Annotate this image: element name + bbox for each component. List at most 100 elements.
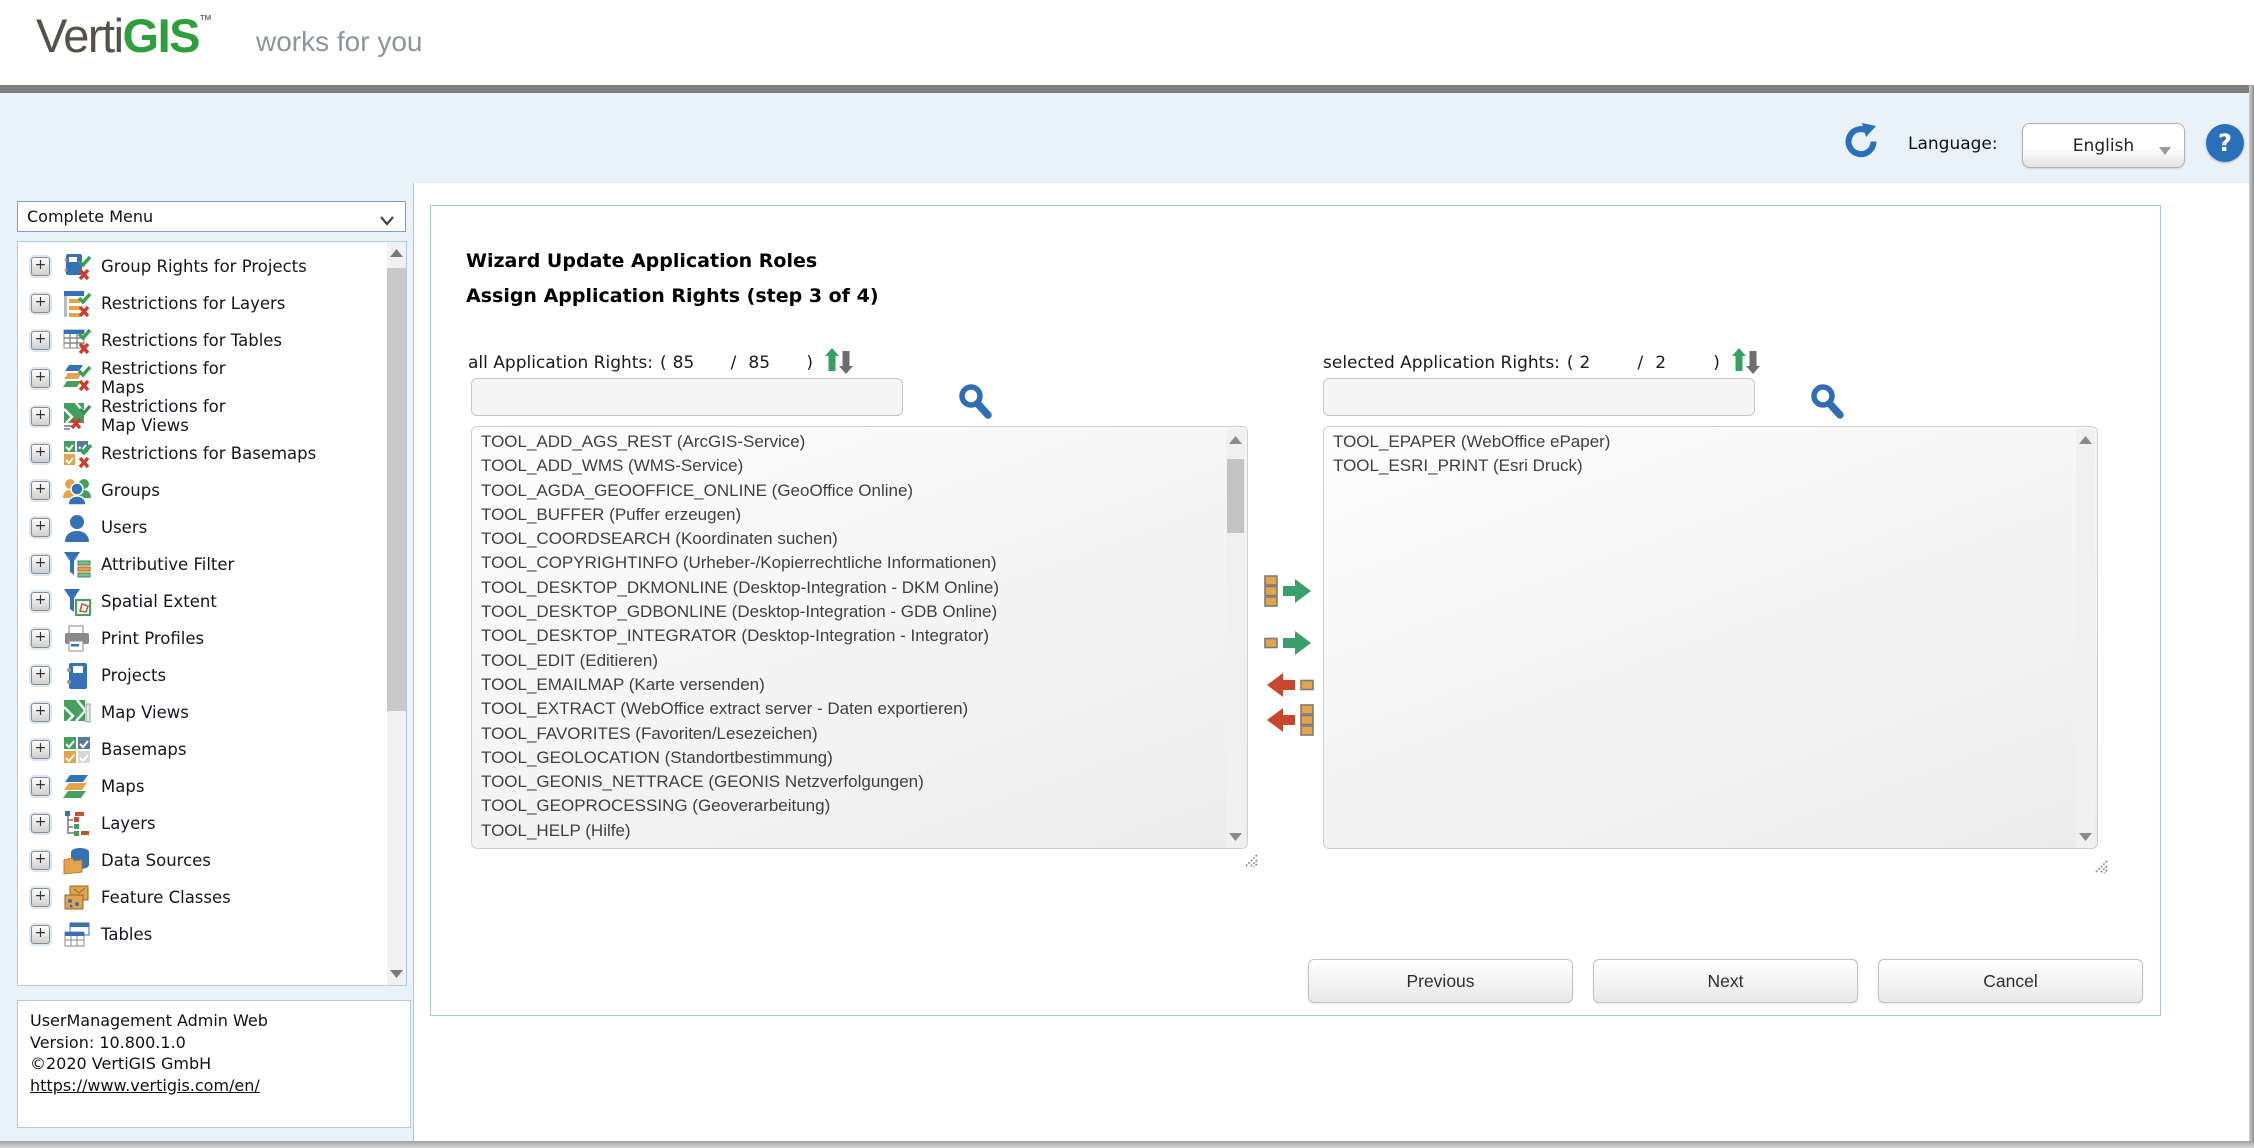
list-item[interactable]: TOOL_COPYRIGHTINFO (Urheber-/Kopierrecht… [481, 551, 1226, 575]
cancel-button[interactable]: Cancel [1878, 959, 2143, 1003]
list-item[interactable]: TOOL_FAVORITES (Favoriten/Lesezeichen) [481, 722, 1226, 746]
selected-rights-listbox[interactable]: TOOL_EPAPER (WebOffice ePaper)TOOL_ESRI_… [1323, 426, 2098, 849]
expand-plus-icon[interactable]: + [31, 518, 50, 537]
search-icon[interactable] [955, 382, 995, 424]
tree-item[interactable]: + Tables [28, 916, 386, 953]
list-item[interactable]: TOOL_AGDA_GEOOFFICE_ONLINE (GeoOffice On… [481, 479, 1226, 503]
list-item[interactable]: TOOL_BUFFER (Puffer erzeugen) [481, 503, 1226, 527]
list-item[interactable]: TOOL_DESKTOP_GDBONLINE (Desktop-Integrat… [481, 600, 1226, 624]
expand-plus-icon[interactable]: + [31, 851, 50, 870]
menu-select[interactable]: Complete Menu [17, 201, 406, 232]
list-item[interactable]: TOOL_GEONIS_NETTRACE (GEONIS Netzverfolg… [481, 770, 1226, 794]
window-bottom-edge [0, 1141, 2254, 1148]
restrictions-for-layers-icon [62, 289, 92, 319]
expand-plus-icon[interactable]: + [31, 888, 50, 907]
list-item[interactable]: TOOL_EXTRACT (WebOffice extract server -… [481, 697, 1226, 721]
move-selected-right-button[interactable] [1263, 627, 1315, 659]
tree-item[interactable]: + Users [28, 509, 386, 546]
expand-plus-icon[interactable]: + [31, 666, 50, 685]
tree-item[interactable]: + Projects [28, 657, 386, 694]
tree-item[interactable]: + Attributive Filter [28, 546, 386, 583]
list-item[interactable]: TOOL_GEOPROCESSING (Geoverarbeitung) [481, 794, 1226, 818]
list-item[interactable]: TOOL_EDIT (Editieren) [481, 649, 1226, 673]
expand-plus-icon[interactable]: + [31, 592, 50, 611]
vertigis-link[interactable]: https://www.vertigis.com/en/ [30, 1076, 260, 1095]
tree-item[interactable]: + Spatial Extent [28, 583, 386, 620]
tree-item[interactable]: + Groups [28, 472, 386, 509]
resize-grip-icon[interactable] [2093, 859, 2109, 879]
spatial-extent-icon [62, 587, 92, 617]
scroll-down-icon [1226, 830, 1245, 844]
tree-item[interactable]: + Restrictions for Maps [28, 359, 386, 397]
tree-item-label: Print Profiles [101, 629, 204, 648]
tree-item[interactable]: + Restrictions for Layers [28, 285, 386, 322]
previous-button[interactable]: Previous [1308, 959, 1573, 1003]
selected-rights-search-input[interactable] [1323, 378, 1755, 416]
list-item[interactable]: TOOL_ESRI_PRINT (Esri Druck) [1333, 454, 2076, 478]
brand-tagline: works for you [256, 26, 423, 58]
all-rights-items: TOOL_ADD_AGS_REST (ArcGIS-Service)TOOL_A… [472, 427, 1226, 848]
tree-item[interactable]: + Layers [28, 805, 386, 842]
expand-plus-icon[interactable]: + [31, 331, 50, 350]
tree-scrollbar-thumb[interactable] [387, 268, 406, 711]
all-rights-search-input[interactable] [471, 378, 903, 416]
tree-item[interactable]: + Maps [28, 768, 386, 805]
move-all-right-button[interactable] [1263, 575, 1315, 607]
tree-item[interactable]: + Restrictions for Map Views [28, 397, 386, 435]
search-icon[interactable] [1807, 382, 1847, 424]
list-item[interactable]: TOOL_ADD_WMS (WMS-Service) [481, 454, 1226, 478]
tree-item[interactable]: + Restrictions for Basemaps [28, 435, 386, 472]
expand-plus-icon[interactable]: + [31, 407, 50, 426]
expand-plus-icon[interactable]: + [31, 555, 50, 574]
list-scrollbar[interactable] [2076, 429, 2095, 848]
feature-classes-icon [62, 883, 92, 913]
expand-plus-icon[interactable]: + [31, 369, 50, 388]
list-item[interactable]: TOOL_DESKTOP_INTEGRATOR (Desktop-Integra… [481, 624, 1226, 648]
tree-scrollbar[interactable] [387, 242, 406, 985]
expand-plus-icon[interactable]: + [31, 925, 50, 944]
all-rights-listbox[interactable]: TOOL_ADD_AGS_REST (ArcGIS-Service)TOOL_A… [471, 426, 1248, 849]
list-scrollbar[interactable] [1226, 429, 1245, 848]
next-button[interactable]: Next [1593, 959, 1858, 1003]
tree-item[interactable]: + Map Views [28, 694, 386, 731]
expand-plus-icon[interactable]: + [31, 257, 50, 276]
expand-plus-icon[interactable]: + [31, 703, 50, 722]
sort-icon[interactable] [823, 347, 855, 380]
restrictions-for-maps-icon [62, 363, 92, 393]
refresh-icon[interactable] [1842, 122, 1880, 160]
tree-item[interactable]: + Basemaps [28, 731, 386, 768]
list-item[interactable]: TOOL_COORDSEARCH (Koordinaten suchen) [481, 527, 1226, 551]
list-item[interactable]: TOOL_IDENTIFY_LAYER (Identifizieren) [481, 843, 1226, 848]
language-select[interactable]: English [2022, 123, 2185, 168]
list-item[interactable]: TOOL_HELP (Hilfe) [481, 819, 1226, 843]
expand-plus-icon[interactable]: + [31, 481, 50, 500]
list-item[interactable]: TOOL_DESKTOP_DKMONLINE (Desktop-Integrat… [481, 576, 1226, 600]
list-item[interactable]: TOOL_EPAPER (WebOffice ePaper) [1333, 430, 2076, 454]
expand-plus-icon[interactable]: + [31, 444, 50, 463]
sort-icon[interactable] [1730, 347, 1762, 380]
move-selected-left-button[interactable] [1263, 669, 1315, 701]
scroll-up-icon [1226, 433, 1245, 447]
list-item[interactable]: TOOL_EMAILMAP (Karte versenden) [481, 673, 1226, 697]
users-icon [62, 513, 92, 543]
tree-item[interactable]: + Feature Classes [28, 879, 386, 916]
list-item[interactable]: TOOL_GEOLOCATION (Standortbestimmung) [481, 746, 1226, 770]
move-all-left-button[interactable] [1263, 704, 1315, 736]
list-item[interactable]: TOOL_ADD_AGS_REST (ArcGIS-Service) [481, 430, 1226, 454]
tree-item[interactable]: + Restrictions for Tables [28, 322, 386, 359]
expand-plus-icon[interactable]: + [31, 294, 50, 313]
attributive-filter-icon [62, 550, 92, 580]
tree-item[interactable]: + Print Profiles [28, 620, 386, 657]
list-scrollbar-thumb[interactable] [1227, 459, 1244, 533]
resize-grip-icon[interactable] [1243, 853, 1259, 873]
expand-plus-icon[interactable]: + [31, 814, 50, 833]
expand-plus-icon[interactable]: + [31, 777, 50, 796]
data-sources-icon [62, 846, 92, 876]
expand-plus-icon[interactable]: + [31, 740, 50, 759]
group-rights-for-projects-icon [62, 252, 92, 282]
tree-item[interactable]: + Data Sources [28, 842, 386, 879]
expand-plus-icon[interactable]: + [31, 629, 50, 648]
tree-item[interactable]: + Group Rights for Projects [28, 248, 386, 285]
help-icon[interactable]: ? [2206, 124, 2244, 162]
selected-rights-count-total: 2 [1655, 353, 1713, 373]
